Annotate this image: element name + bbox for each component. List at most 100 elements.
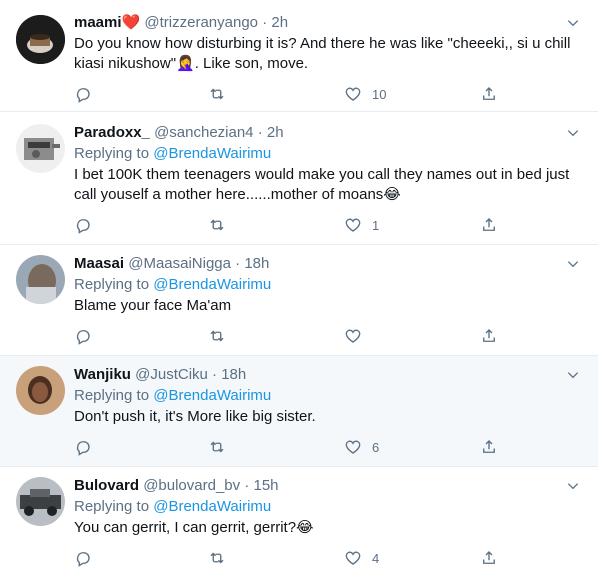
retweet-button[interactable] — [208, 215, 226, 235]
tweet-header: Bulovard @bulovard_bv · 15h — [74, 476, 279, 496]
retweet-button[interactable] — [208, 548, 226, 568]
like-count: 6 — [372, 439, 380, 455]
handle[interactable]: @trizzeranyango — [144, 14, 258, 31]
avatar-image — [16, 124, 65, 173]
mention-link[interactable]: @BrendaWairimu — [153, 498, 271, 515]
mention-link[interactable]: @BrendaWairimu — [153, 276, 271, 293]
tweet-wanjiku[interactable]: Wanjiku @JustCiku · 18h Replying to @Bre… — [0, 356, 598, 467]
heart-icon — [345, 440, 361, 454]
tweet-actions: 10 — [74, 84, 504, 104]
tweet-actions: 1 — [74, 215, 504, 235]
reply-button[interactable] — [74, 215, 92, 235]
chevron-down-icon[interactable] — [566, 126, 580, 140]
heart-icon — [345, 551, 361, 565]
retweet-button[interactable] — [208, 84, 226, 104]
tweet-actions: 6 — [74, 437, 504, 457]
mention-link[interactable]: @BrendaWairimu — [153, 387, 271, 404]
tweet-header: maami❤️ @trizzeranyango · 2h — [74, 13, 288, 33]
timestamp[interactable]: 18h — [244, 255, 269, 272]
reply-button[interactable] — [74, 437, 92, 457]
avatar[interactable] — [16, 124, 65, 173]
reply-button[interactable] — [74, 326, 92, 346]
avatar[interactable] — [16, 366, 65, 415]
tweet-text: I bet 100K them teenagers would make you… — [74, 166, 570, 203]
chevron-down-icon[interactable] — [566, 257, 580, 271]
replying-to: Replying to @BrendaWairimu — [74, 275, 271, 295]
avatar[interactable] — [16, 255, 65, 304]
display-name[interactable]: Paradoxx_ — [74, 124, 150, 141]
retweet-button[interactable] — [208, 437, 226, 457]
tweet-text: Do you know how disturbing it is? And th… — [74, 35, 571, 72]
display-name[interactable]: maami — [74, 14, 122, 31]
handle[interactable]: @bulovard_bv — [143, 477, 240, 494]
share-button[interactable] — [480, 548, 498, 568]
chevron-down-icon[interactable] — [566, 368, 580, 382]
mention-link[interactable]: @BrendaWairimu — [153, 145, 271, 162]
avatar-image — [16, 477, 65, 526]
replying-to: Replying to @BrendaWairimu — [74, 144, 271, 164]
handle[interactable]: @JustCiku — [135, 366, 208, 383]
like-count: 10 — [372, 86, 387, 102]
share-icon — [483, 551, 495, 564]
name-emoji: ❤️ — [121, 14, 141, 31]
share-button[interactable] — [480, 437, 498, 457]
retweet-icon — [210, 88, 224, 100]
tweet-bulovard[interactable]: Bulovard @bulovard_bv · 15h Replying to … — [0, 467, 598, 577]
share-icon — [483, 87, 495, 100]
separator-dot: · — [257, 124, 263, 141]
reply-button[interactable] — [74, 84, 102, 104]
replying-to: Replying to @BrendaWairimu — [74, 497, 271, 517]
tweet-maami[interactable]: maami❤️ @trizzeranyango · 2h Do you know… — [0, 0, 598, 112]
display-name[interactable]: Maasai — [74, 255, 124, 272]
heart-icon — [345, 218, 361, 232]
avatar-image — [16, 15, 65, 64]
retweet-icon — [210, 552, 224, 564]
avatar-image — [16, 255, 65, 304]
retweet-icon — [210, 330, 224, 342]
share-button[interactable] — [480, 215, 498, 235]
tweet-text: Don't push it, it's More like big sister… — [74, 408, 316, 425]
share-icon — [483, 218, 495, 231]
replying-to-label: Replying to — [74, 498, 154, 515]
like-button[interactable]: 1 — [344, 215, 379, 235]
replying-to-label: Replying to — [74, 276, 154, 293]
tweet-header: Maasai @MaasaiNigga · 18h — [74, 254, 269, 274]
share-icon — [483, 440, 495, 453]
display-name[interactable]: Bulovard — [74, 477, 139, 494]
tweet-header: Wanjiku @JustCiku · 18h — [74, 365, 246, 385]
timestamp[interactable]: 2h — [267, 124, 284, 141]
timestamp[interactable]: 15h — [253, 477, 278, 494]
avatar[interactable] — [16, 15, 65, 64]
handle[interactable]: @sanchezian4 — [154, 124, 253, 141]
like-button[interactable]: 4 — [344, 548, 379, 568]
timestamp[interactable]: 2h — [271, 14, 288, 31]
reply-icon — [76, 441, 90, 456]
separator-dot: · — [244, 477, 250, 494]
like-button[interactable]: 10 — [344, 84, 386, 104]
handle[interactable]: @MaasaiNigga — [128, 255, 231, 272]
reply-icon — [76, 552, 90, 567]
separator-dot: · — [212, 366, 218, 383]
tweet-maasai[interactable]: Maasai @MaasaiNigga · 18h Replying to @B… — [0, 245, 598, 356]
timestamp[interactable]: 18h — [221, 366, 246, 383]
retweet-icon — [210, 441, 224, 453]
avatar-image — [16, 366, 65, 415]
replying-to-label: Replying to — [74, 387, 154, 404]
like-button[interactable]: 6 — [344, 437, 379, 457]
share-icon — [483, 329, 495, 342]
share-button[interactable] — [480, 84, 498, 104]
tweet-paradoxx[interactable]: Paradoxx_ @sanchezian4 · 2h Replying to … — [0, 112, 598, 245]
display-name[interactable]: Wanjiku — [74, 366, 131, 383]
reply-icon — [76, 88, 90, 103]
reply-button[interactable] — [74, 548, 92, 568]
retweet-button[interactable] — [208, 326, 226, 346]
reply-icon — [76, 330, 90, 345]
tweet-text: You can gerrit, I can gerrit, gerrit?😂 — [74, 519, 314, 536]
like-button[interactable] — [344, 326, 372, 346]
chevron-down-icon[interactable] — [566, 479, 580, 493]
chevron-down-icon[interactable] — [566, 16, 580, 30]
share-button[interactable] — [480, 326, 498, 346]
avatar[interactable] — [16, 477, 65, 526]
like-count: 1 — [372, 217, 380, 233]
tweet-header: Paradoxx_ @sanchezian4 · 2h — [74, 123, 284, 143]
